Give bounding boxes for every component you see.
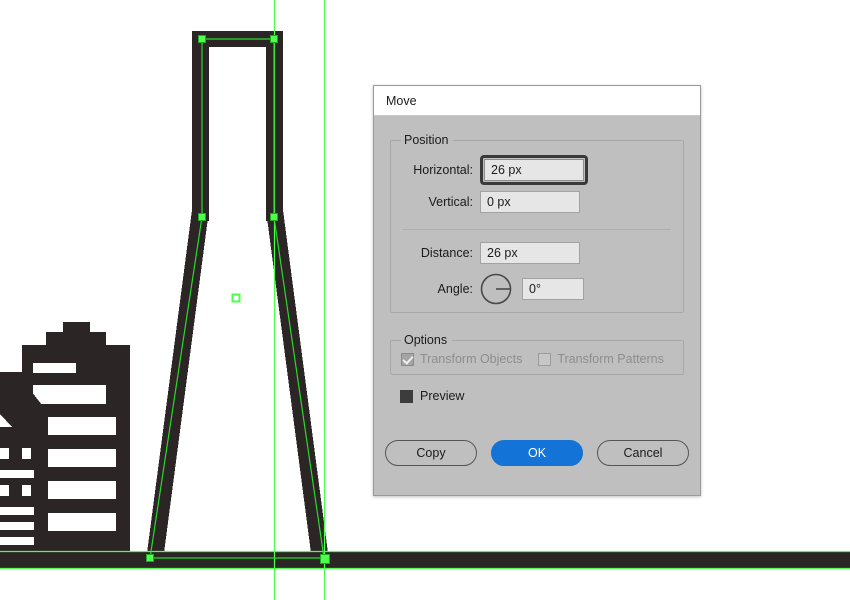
position-group-legend: Position [404, 133, 449, 147]
horizontal-input[interactable] [484, 159, 584, 181]
copy-button[interactable]: Copy [385, 440, 477, 466]
dialog-button-row: Copy OK Cancel [374, 440, 700, 466]
anchor-point [320, 554, 330, 564]
anchor-point [270, 213, 278, 221]
horizontal-label: Horizontal: [413, 163, 473, 177]
angle-label: Angle: [437, 282, 473, 296]
distance-field-row: Distance: [401, 240, 673, 266]
distance-label: Distance: [420, 246, 473, 260]
transform-objects-checkbox[interactable]: Transform Objects [401, 352, 522, 366]
options-group-legend: Options [404, 333, 448, 347]
horizontal-field-row: Horizontal: [401, 155, 673, 185]
dialog-body: Position Horizontal: Vertical: Distance:… [374, 116, 700, 403]
angle-field-row: Angle: [401, 272, 673, 306]
position-group: Position Horizontal: Vertical: Distance:… [390, 133, 684, 313]
angle-dial-icon[interactable] [480, 273, 512, 305]
dialog-title: Move [386, 93, 417, 108]
center-point-marker [231, 293, 241, 303]
checkbox-check-icon [400, 389, 413, 403]
vertical-label: Vertical: [428, 195, 473, 209]
ok-button[interactable]: OK [491, 440, 583, 466]
transform-patterns-checkbox[interactable]: Transform Patterns [538, 352, 664, 366]
selection-path [149, 38, 325, 559]
angle-input[interactable] [522, 278, 584, 300]
anchor-point [198, 35, 206, 43]
position-separator [403, 229, 671, 230]
move-dialog[interactable]: Move Position Horizontal: Vertical: Dist… [373, 85, 701, 496]
checkbox-empty-icon [538, 352, 552, 366]
cancel-button[interactable]: Cancel [597, 440, 689, 466]
options-row: Transform Objects Transform Patterns [401, 352, 673, 366]
vertical-input[interactable] [480, 191, 580, 213]
options-group: Options Transform Objects Transform Patt… [390, 333, 684, 375]
dialog-titlebar[interactable]: Move [374, 86, 700, 116]
transform-objects-label: Transform Objects [420, 352, 523, 366]
anchor-point [146, 554, 154, 562]
checkbox-check-icon [401, 352, 414, 366]
preview-checkbox[interactable]: Preview [400, 389, 684, 403]
anchor-point [270, 35, 278, 43]
transform-patterns-label: Transform Patterns [557, 352, 664, 366]
distance-input[interactable] [480, 242, 580, 264]
preview-label: Preview [420, 389, 465, 403]
horizontal-focus-ring [480, 155, 588, 185]
anchor-point [198, 213, 206, 221]
vertical-field-row: Vertical: [401, 189, 673, 215]
